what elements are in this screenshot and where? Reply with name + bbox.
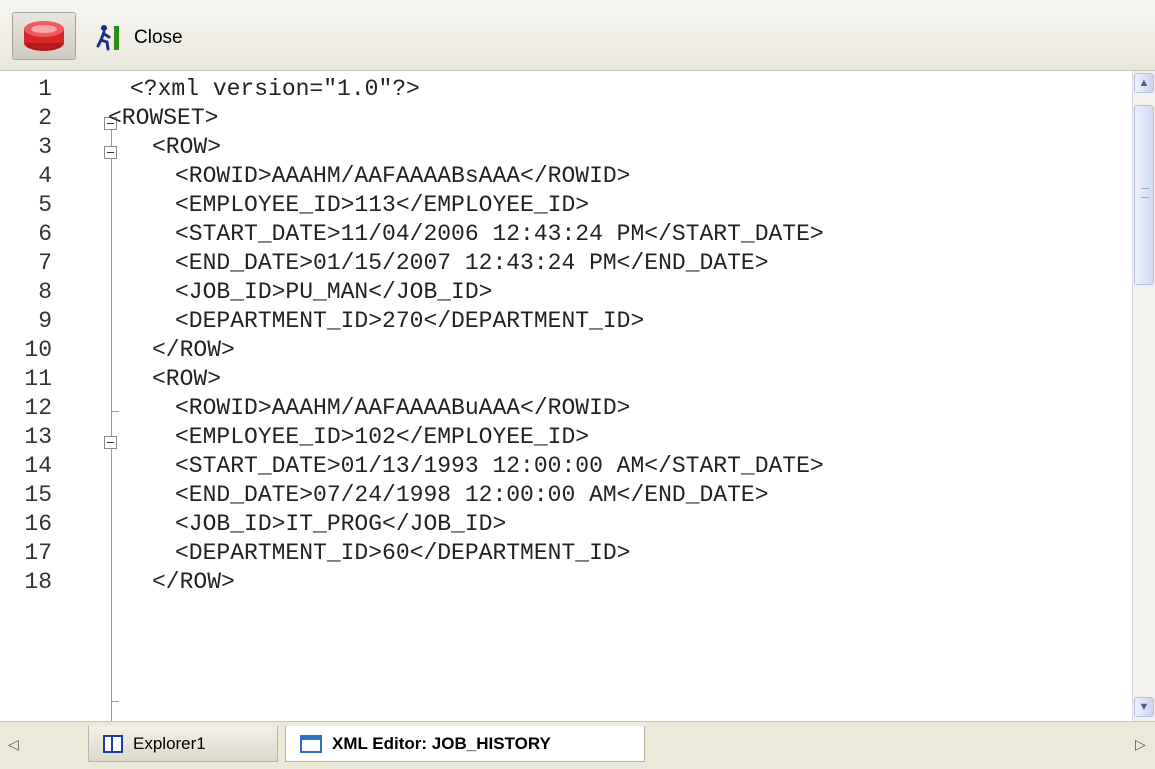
- xml-editor[interactable]: 1 2 3 4 5 6 7 8 9 10 11 12 13 14 15 16 17 18 <?xml versio…: [0, 71, 1155, 721]
- vertical-scrollbar[interactable]: ▲ ▼: [1132, 71, 1155, 721]
- scroll-up-button[interactable]: ▲: [1134, 73, 1154, 93]
- code-line[interactable]: <ROWID>AAAHM/AAFAAAABsAAA</ROWID>: [0, 162, 1130, 191]
- code-line[interactable]: <START_DATE>11/04/2006 12:43:24 PM</STAR…: [0, 220, 1130, 249]
- code-line[interactable]: <JOB_ID>IT_PROG</JOB_ID>: [0, 510, 1130, 539]
- tab-label: XML Editor: JOB_HISTORY: [332, 733, 551, 753]
- window-icon: [300, 734, 322, 753]
- close-label: Close: [134, 27, 183, 48]
- tab-scroll-left-icon[interactable]: ◁: [8, 736, 19, 753]
- code-line[interactable]: <?xml version="1.0"?>: [0, 75, 1130, 104]
- tab-bar: ◁ Explorer1 XML Editor: JOB_HISTORY ▷: [0, 721, 1155, 769]
- tab-explorer1[interactable]: Explorer1: [88, 726, 278, 762]
- code-line[interactable]: <DEPARTMENT_ID>60</DEPARTMENT_ID>: [0, 539, 1130, 568]
- tab-xml-editor[interactable]: XML Editor: JOB_HISTORY: [285, 726, 645, 762]
- toolbar: Close: [0, 0, 1155, 71]
- code-line[interactable]: <ROW>: [0, 133, 1130, 162]
- code-line[interactable]: </ROW>: [0, 568, 1130, 597]
- tab-scroll-right-icon[interactable]: ▷: [1135, 736, 1146, 753]
- database-icon[interactable]: [12, 12, 76, 60]
- code-line[interactable]: <END_DATE>01/15/2007 12:43:24 PM</END_DA…: [0, 249, 1130, 278]
- scroll-down-button[interactable]: ▼: [1134, 697, 1154, 717]
- fold-end-marker: [111, 701, 119, 702]
- scroll-grip-icon: [1141, 188, 1149, 198]
- code-line[interactable]: <EMPLOYEE_ID>102</EMPLOYEE_ID>: [0, 423, 1130, 452]
- code-line[interactable]: <END_DATE>07/24/1998 12:00:00 AM</END_DA…: [0, 481, 1130, 510]
- close-button[interactable]: Close: [96, 24, 183, 52]
- scroll-thumb[interactable]: [1134, 105, 1154, 285]
- code-line[interactable]: <DEPARTMENT_ID>270</DEPARTMENT_ID>: [0, 307, 1130, 336]
- code-line[interactable]: <ROWID>AAAHM/AAFAAAABuAAA</ROWID>: [0, 394, 1130, 423]
- code-line[interactable]: <EMPLOYEE_ID>113</EMPLOYEE_ID>: [0, 191, 1130, 220]
- tab-label: Explorer1: [133, 733, 206, 753]
- code-line[interactable]: <ROWSET>: [0, 104, 1130, 133]
- code-line[interactable]: <START_DATE>01/13/1993 12:00:00 AM</STAR…: [0, 452, 1130, 481]
- code-line[interactable]: <ROW>: [0, 365, 1130, 394]
- code-line[interactable]: </ROW>: [0, 336, 1130, 365]
- code-line[interactable]: <JOB_ID>PU_MAN</JOB_ID>: [0, 278, 1130, 307]
- panel-icon: [103, 734, 123, 753]
- exit-runner-icon: [96, 25, 119, 51]
